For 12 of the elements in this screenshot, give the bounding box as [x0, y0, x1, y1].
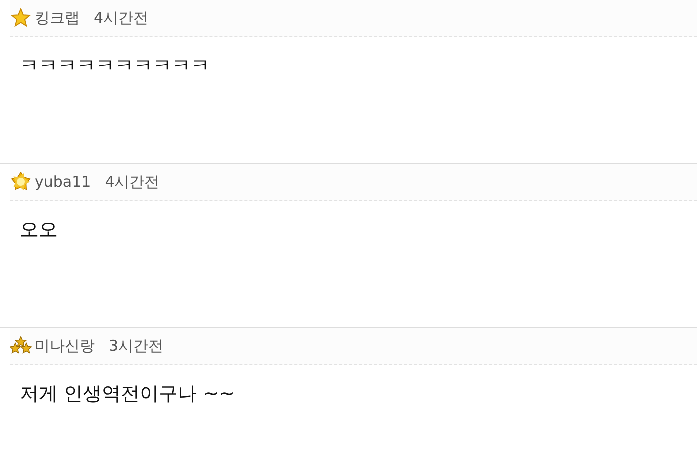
- sunburst-icon: [10, 172, 32, 192]
- author-name[interactable]: 미나신랑: [35, 336, 95, 356]
- stars-icon: [10, 336, 32, 356]
- comment-text: 저게 인생역전이구나 ~~: [19, 382, 236, 407]
- comment-text: 오오: [19, 218, 59, 243]
- post-time: 4시간전: [105, 172, 160, 192]
- author-name[interactable]: 킹크랩: [35, 8, 80, 28]
- post-time: 4시간전: [94, 8, 149, 28]
- post-time: 3시간전: [109, 336, 164, 356]
- author-name[interactable]: yuba11: [35, 173, 92, 191]
- star-icon: [10, 8, 32, 28]
- comment-text: ㅋㅋㅋㅋㅋㅋㅋㅋㅋㅋ: [19, 54, 211, 79]
